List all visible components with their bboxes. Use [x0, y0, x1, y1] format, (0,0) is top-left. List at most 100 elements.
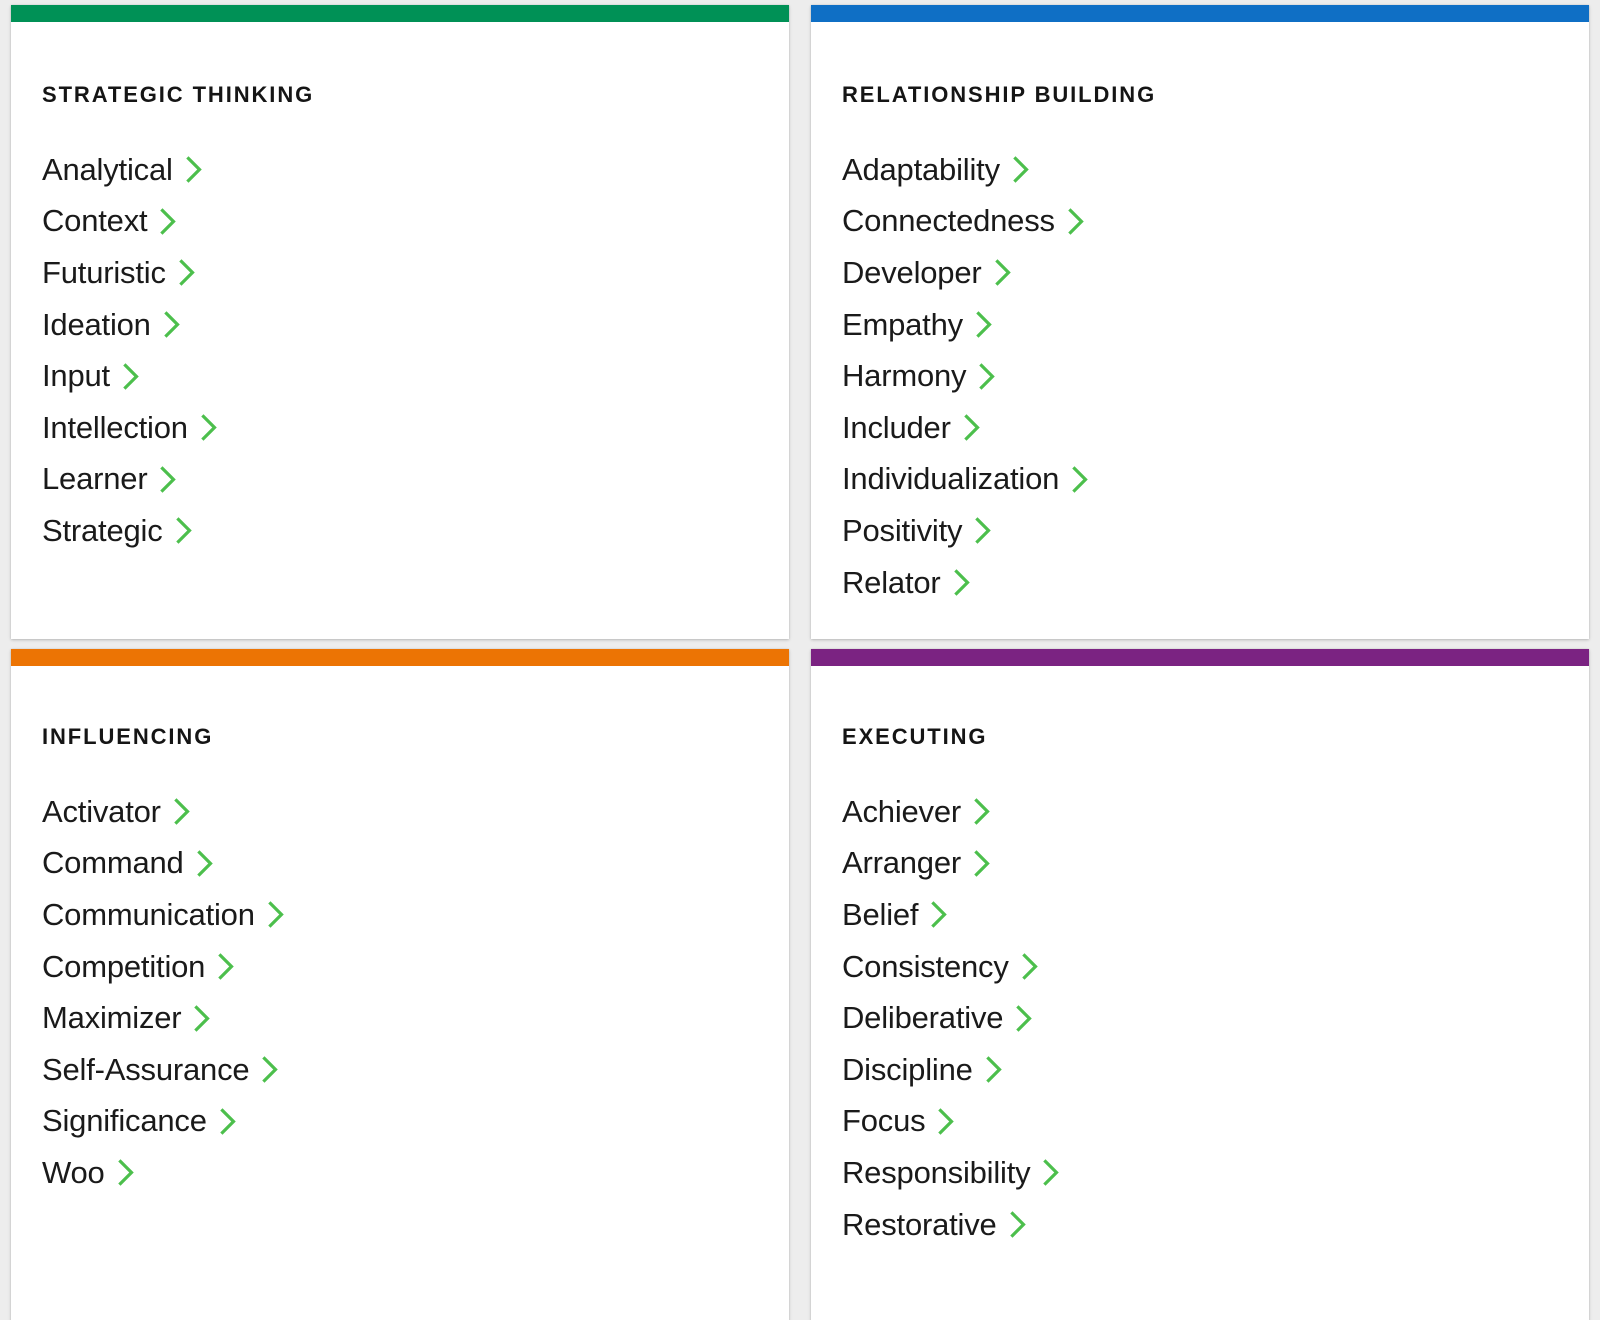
strength-link-significance[interactable]: Significance [42, 1096, 237, 1148]
strength-label: Input [42, 358, 110, 394]
chevron-right-icon [963, 414, 981, 442]
strength-label: Includer [842, 409, 951, 445]
strength-label: Discipline [842, 1051, 973, 1087]
strength-label: Communication [42, 896, 255, 932]
chevron-right-icon [1013, 156, 1030, 184]
strength-link-intellection[interactable]: Intellection [42, 402, 218, 454]
strength-link-harmony[interactable]: Harmony [842, 350, 996, 402]
strength-list-strategic-thinking: Analytical Context Futuristic Ideation Input… [42, 144, 789, 557]
strength-link-focus[interactable]: Focus [842, 1096, 955, 1148]
strength-link-connectedness[interactable]: Connectedness [842, 196, 1085, 248]
strength-link-activator[interactable]: Activator [42, 786, 191, 838]
strength-list-relationship-building: Adaptability Connectedness Developer Empath… [842, 144, 1589, 608]
strength-link-deliberative[interactable]: Deliberative [842, 992, 1033, 1044]
card-body: EXECUTING Achiever Arranger Belief Consiste… [811, 666, 1589, 1250]
card-body: INFLUENCING Activator Command Communicatio… [11, 666, 789, 1199]
strength-label: Restorative [842, 1206, 997, 1242]
domain-card-strategic-thinking: STRATEGIC THINKING Analytical Context Futu… [11, 5, 789, 639]
chevron-right-icon [160, 208, 177, 235]
strength-link-adaptability[interactable]: Adaptability [842, 144, 1030, 196]
chevron-right-icon [220, 1108, 237, 1135]
strength-label: Context [42, 203, 148, 239]
strength-label: Ideation [42, 306, 151, 342]
strength-link-analytical[interactable]: Analytical [42, 144, 203, 196]
chevron-right-icon [201, 414, 218, 442]
domain-title-executing: EXECUTING [842, 724, 988, 749]
strength-label: Futuristic [42, 254, 166, 290]
strength-link-futuristic[interactable]: Futuristic [42, 247, 196, 299]
strength-label: Analytical [42, 151, 173, 187]
chevron-right-icon [185, 156, 203, 184]
chevron-right-icon [1043, 1159, 1060, 1187]
strength-link-ideation[interactable]: Ideation [42, 299, 181, 351]
accent-bar-executing [811, 649, 1589, 666]
strength-label: Focus [842, 1103, 926, 1139]
strength-link-responsibility[interactable]: Responsibility [842, 1147, 1060, 1199]
strength-link-woo[interactable]: Woo [42, 1147, 135, 1199]
strength-label: Activator [42, 793, 161, 829]
strength-link-maximizer[interactable]: Maximizer [42, 992, 211, 1044]
strength-link-belief[interactable]: Belief [842, 889, 948, 941]
strength-label: Positivity [842, 512, 963, 548]
strength-link-strategic[interactable]: Strategic [42, 505, 193, 557]
strength-label: Consistency [842, 948, 1009, 984]
chevron-right-icon [262, 1056, 279, 1084]
strength-label: Belief [842, 896, 919, 932]
strength-label: Command [42, 845, 184, 881]
strength-link-positivity[interactable]: Positivity [842, 505, 992, 557]
chevron-right-icon [1072, 466, 1089, 493]
strength-link-includer[interactable]: Includer [842, 402, 981, 454]
strength-link-learner[interactable]: Learner [42, 454, 177, 506]
chevron-right-icon [985, 1056, 1003, 1084]
chevron-right-icon [1016, 1004, 1033, 1032]
strength-link-communication[interactable]: Communication [42, 889, 285, 941]
strength-link-consistency[interactable]: Consistency [842, 941, 1039, 993]
strength-label: Competition [42, 948, 206, 984]
chevron-right-icon [196, 850, 214, 877]
strength-label: Responsibility [842, 1154, 1031, 1190]
domain-card-influencing: INFLUENCING Activator Command Communicatio… [11, 649, 789, 1320]
chevron-right-icon [123, 362, 140, 390]
strength-link-discipline[interactable]: Discipline [842, 1044, 1003, 1096]
accent-bar-strategic-thinking [11, 5, 789, 22]
strength-label: Learner [42, 461, 148, 497]
chevron-right-icon [974, 850, 991, 877]
chevron-right-icon [1021, 953, 1039, 980]
chevron-right-icon [975, 517, 992, 545]
strength-link-input[interactable]: Input [42, 350, 140, 402]
chevron-right-icon [953, 569, 971, 596]
domain-title-influencing: INFLUENCING [42, 724, 214, 749]
strength-label: Self-Assurance [42, 1051, 250, 1087]
chevron-right-icon [174, 798, 191, 826]
chevron-right-icon [175, 517, 193, 545]
strength-link-context[interactable]: Context [42, 196, 177, 248]
strength-link-self-assurance[interactable]: Self-Assurance [42, 1044, 279, 1096]
chevron-right-icon [268, 901, 285, 929]
strength-link-restorative[interactable]: Restorative [842, 1199, 1027, 1251]
strength-link-command[interactable]: Command [42, 838, 214, 890]
card-body: STRATEGIC THINKING Analytical Context Futu… [11, 22, 789, 557]
chevron-right-icon [117, 1159, 135, 1187]
strength-list-executing: Achiever Arranger Belief Consistency Deliber… [842, 786, 1589, 1250]
chevron-right-icon [931, 901, 948, 929]
strength-label: Strategic [42, 512, 163, 548]
strength-label: Maximizer [42, 1000, 182, 1036]
strength-link-developer[interactable]: Developer [842, 247, 1012, 299]
strength-link-competition[interactable]: Competition [42, 941, 235, 993]
chevron-right-icon [163, 311, 181, 338]
strength-label: Woo [42, 1154, 105, 1190]
chevron-right-icon [1068, 208, 1085, 235]
accent-bar-relationship-building [811, 5, 1589, 22]
strength-label: Deliberative [842, 1000, 1004, 1036]
chevron-right-icon [218, 953, 235, 980]
strength-link-individualization[interactable]: Individualization [842, 454, 1089, 506]
strength-list-influencing: Activator Command Communication Competition… [42, 786, 789, 1199]
accent-bar-influencing [11, 649, 789, 666]
strength-label: Connectedness [842, 203, 1055, 239]
chevron-right-icon [1009, 1211, 1027, 1238]
strength-link-relator[interactable]: Relator [842, 557, 971, 609]
strength-link-arranger[interactable]: Arranger [842, 838, 991, 890]
strength-link-achiever[interactable]: Achiever [842, 786, 991, 838]
strength-link-empathy[interactable]: Empathy [842, 299, 993, 351]
strength-label: Adaptability [842, 151, 1000, 187]
